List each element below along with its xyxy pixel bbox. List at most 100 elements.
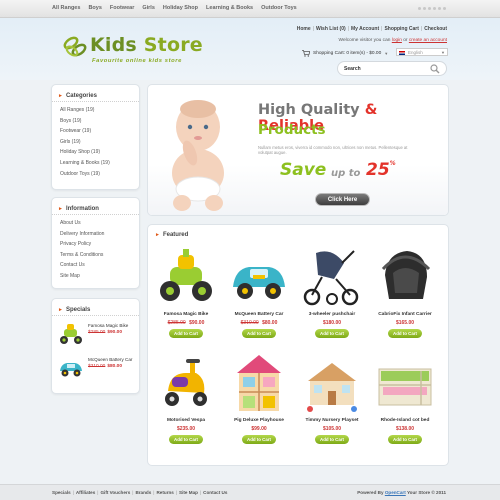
battery-car-thumbnail xyxy=(60,363,82,377)
footer-link-brands[interactable]: Brands xyxy=(135,490,151,495)
language-select[interactable]: English ▼ xyxy=(396,48,448,56)
login-link[interactable]: login xyxy=(392,38,402,43)
info-terms[interactable]: Terms & Conditions xyxy=(60,250,139,261)
arrow-right-icon: ► xyxy=(58,206,63,212)
info-delivery[interactable]: Delivery Information xyxy=(60,229,139,240)
product-image-magic-bike[interactable] xyxy=(156,245,216,309)
add-to-cart-button[interactable]: Add to Cart xyxy=(169,329,203,338)
category-holiday-shop[interactable]: Holiday Shop (19) xyxy=(60,147,139,158)
nav-boys[interactable]: Boys xyxy=(88,5,101,11)
categories-title: Categories xyxy=(65,93,97,99)
footer-link-returns[interactable]: Returns xyxy=(156,490,173,495)
special-name[interactable]: McQueen Battery Car xyxy=(88,357,132,362)
cart-icon xyxy=(302,50,310,57)
add-to-cart-button[interactable]: Add to Cart xyxy=(315,435,349,444)
product-name[interactable]: Motorised Vespa xyxy=(151,418,221,423)
link-wishlist[interactable]: Wish List (0) xyxy=(316,26,346,32)
link-my-account[interactable]: My Account xyxy=(351,26,379,32)
link-home[interactable]: Home xyxy=(297,26,311,32)
product-name[interactable]: McQueen Battery Car xyxy=(224,312,294,317)
product-name[interactable]: CabrioFix Infant Carrier xyxy=(370,312,440,317)
category-learning-books[interactable]: Learning & Books (19) xyxy=(60,158,139,169)
product-name[interactable]: Timmy Nursery Playset xyxy=(297,418,367,423)
special-price: $285.00 $90.00 xyxy=(88,330,122,335)
footer-link-specials[interactable]: Specials xyxy=(52,490,71,495)
information-title: Information xyxy=(65,206,99,212)
special-item[interactable]: McQueen Battery Car $310.00 $80.00 xyxy=(58,355,138,385)
footer-link-gift-vouchers[interactable]: Gift Vouchers xyxy=(100,490,130,495)
product-name[interactable]: Famosa Magic Bike xyxy=(151,312,221,317)
promo-banner[interactable]: High Quality & Reliable Products Nullam … xyxy=(147,84,449,216)
specials-title: Specials xyxy=(65,307,91,313)
product-price: $235.00 xyxy=(151,426,221,432)
add-to-cart-button[interactable]: Add to Cart xyxy=(315,329,349,338)
product-image-pushchair[interactable] xyxy=(302,245,362,309)
cart-summary[interactable]: Shopping Cart: 0 item(s) - $0.00 ▼ xyxy=(302,50,388,57)
product-name[interactable]: 3-wheeler pushchair xyxy=(297,312,367,317)
product-new-price: $90.00 xyxy=(189,320,205,326)
product-image-nursery-playset[interactable] xyxy=(302,351,362,415)
product-image-playhouse[interactable] xyxy=(229,351,289,415)
add-to-cart-button[interactable]: Add to Cart xyxy=(388,435,422,444)
category-boys[interactable]: Boys (19) xyxy=(60,116,139,127)
product-old-price: $310.00 xyxy=(240,320,259,326)
info-about-us[interactable]: About Us xyxy=(60,218,139,229)
product-image-battery-car[interactable] xyxy=(229,245,289,309)
percent-value: 25 xyxy=(366,160,390,180)
baby-image xyxy=(172,100,224,211)
nav-outdoor-toys[interactable]: Outdoor Toys xyxy=(261,5,297,11)
info-site-map[interactable]: Site Map xyxy=(60,271,139,282)
special-old-price: $310.00 xyxy=(88,364,106,369)
nav-all-ranges[interactable]: All Ranges xyxy=(52,5,80,11)
product-image-infant-carrier[interactable] xyxy=(375,245,435,309)
product-price: $310.00 $80.00 xyxy=(224,320,294,326)
product-image-cot-bed[interactable] xyxy=(375,351,435,415)
nav-learning-books[interactable]: Learning & Books xyxy=(206,5,253,11)
special-item[interactable]: Famosa Magic Bike $285.00 $90.00 xyxy=(58,321,138,351)
headline-high-quality: High Quality xyxy=(258,102,360,118)
add-to-cart-button[interactable]: Add to Cart xyxy=(242,329,276,338)
nav-girls[interactable]: Girls xyxy=(142,5,155,11)
product-name[interactable]: Rhode-Island cot bed xyxy=(370,418,440,423)
page: All Ranges Boys Footwear Girls Holiday S… xyxy=(0,0,500,500)
information-header: ► Information xyxy=(52,198,139,215)
nav-footwear[interactable]: Footwear xyxy=(110,5,134,11)
category-outdoor-toys[interactable]: Outdoor Toys (19) xyxy=(60,169,139,180)
banner-percent: 25% xyxy=(366,160,396,180)
product-new-price: $99.00 xyxy=(251,426,267,432)
add-to-cart-button[interactable]: Add to Cart xyxy=(169,435,203,444)
header: Kids Store Favourite online kids store H… xyxy=(0,18,500,80)
search-input[interactable]: Search xyxy=(337,61,447,76)
nav-holiday-shop[interactable]: Holiday Shop xyxy=(163,5,198,11)
footer-link-site-map[interactable]: Site Map xyxy=(179,490,198,495)
footer-link-affiliates[interactable]: Affiliates xyxy=(76,490,95,495)
magic-bike-thumbnail xyxy=(60,324,82,344)
account-links: Home | Wish List (0) | My Account | Shoppin… xyxy=(296,26,447,32)
product-image-vespa[interactable] xyxy=(156,351,216,415)
category-girls[interactable]: Girls (19) xyxy=(60,137,139,148)
product-card: 3-wheeler pushchair $180.00 Add to Cart xyxy=(297,245,367,347)
link-checkout[interactable]: Checkout xyxy=(424,26,447,32)
add-to-cart-button[interactable]: Add to Cart xyxy=(242,435,276,444)
chevron-down-icon: ▼ xyxy=(441,50,445,55)
product-card: Famosa Magic Bike $285.00 $90.00 Add to … xyxy=(151,245,221,347)
special-name[interactable]: Famosa Magic Bike xyxy=(88,323,128,328)
search-icon[interactable] xyxy=(430,64,440,74)
link-shopping-cart[interactable]: Shopping Cart xyxy=(384,26,418,32)
product-name[interactable]: Pig Deluxe Playhouse xyxy=(224,418,294,423)
category-footwear[interactable]: Footwear (19) xyxy=(60,126,139,137)
click-here-button[interactable]: Click Here xyxy=(315,193,370,206)
footer-link-contact-us[interactable]: Contact Us xyxy=(203,490,227,495)
cart-summary-text: Shopping Cart: 0 item(s) - $0.00 xyxy=(313,51,382,56)
info-contact[interactable]: Contact Us xyxy=(60,260,139,271)
add-to-cart-button[interactable]: Add to Cart xyxy=(388,329,422,338)
product-price: $180.00 xyxy=(297,320,367,326)
category-all-ranges[interactable]: All Ranges (19) xyxy=(60,105,139,116)
store-logo[interactable]: Kids Store Favourite online kids store xyxy=(63,34,223,78)
create-account-link[interactable]: create an account xyxy=(409,38,447,43)
categories-header: ► Categories xyxy=(52,85,139,102)
info-privacy[interactable]: Privacy Policy xyxy=(60,239,139,250)
language-value: English xyxy=(408,50,423,55)
opencart-link[interactable]: OpenCart xyxy=(385,490,406,495)
powered-prefix: Powered By xyxy=(357,490,384,495)
